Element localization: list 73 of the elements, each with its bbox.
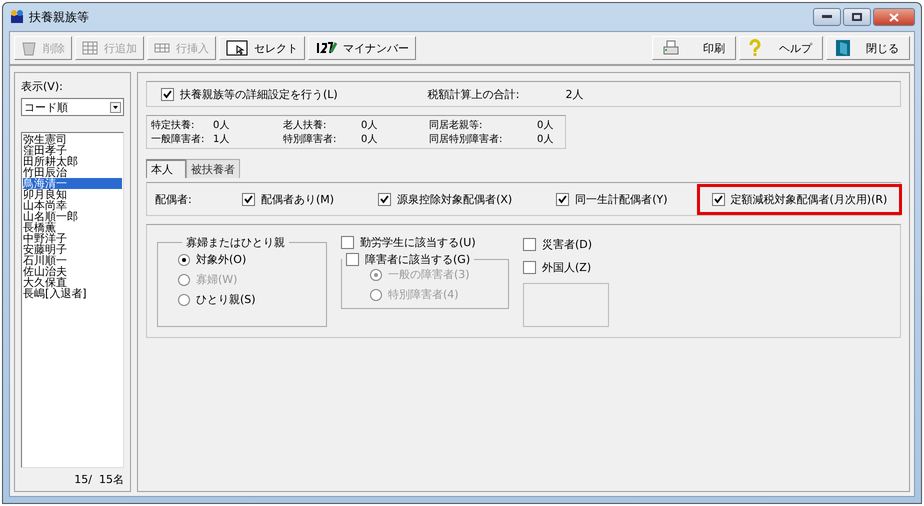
count-value: 1人	[213, 133, 230, 146]
close-button[interactable]	[873, 8, 915, 26]
count-label: 同居特別障害者:	[429, 132, 504, 146]
minimize-button[interactable]	[813, 8, 841, 26]
tab[interactable]: 本人	[146, 159, 186, 178]
employee-list-item[interactable]: 安藤明子	[23, 244, 122, 255]
detail-settings-checkbox[interactable]: 扶養親族等の詳細設定を行う(L)	[161, 86, 338, 102]
employee-list-item[interactable]: 大久保直	[23, 277, 122, 288]
radio-option[interactable]: 対象外(O)	[178, 252, 306, 267]
spouse-checkbox[interactable]: 配偶者あり(M)	[239, 184, 350, 214]
maximize-icon	[852, 13, 862, 21]
employee-list-item[interactable]: 長嶋[入退者]	[23, 288, 122, 299]
help-icon	[748, 39, 762, 57]
total-label: 税額計算上の合計:	[428, 86, 520, 102]
printer-icon	[661, 40, 681, 56]
employee-list-item[interactable]: 山名順一郎	[23, 211, 122, 222]
grid-icon	[82, 41, 98, 55]
employee-list-item[interactable]: 佐山治夫	[23, 266, 122, 277]
close-icon	[889, 12, 899, 22]
employee-list-item[interactable]: 石川順一	[23, 255, 122, 266]
minimize-icon	[822, 15, 832, 19]
widow-group-title: 寡婦またはひとり親	[185, 235, 286, 250]
employee-list-item[interactable]: 田所耕太郎	[23, 156, 122, 167]
employee-list-item[interactable]: 鳥海清一	[23, 178, 122, 189]
total-value: 2人	[565, 86, 584, 102]
radio-option[interactable]: ひとり親(S)	[178, 292, 306, 307]
print-button[interactable]: 印刷	[652, 36, 736, 60]
count-label: 特別障害者:	[283, 132, 338, 146]
checkmark-icon	[380, 194, 390, 204]
help-button[interactable]: ヘルプ	[739, 36, 823, 60]
count-value: 0人	[361, 119, 378, 132]
count-value: 0人	[537, 133, 554, 146]
count-value: 0人	[537, 119, 554, 132]
cursor-window-icon	[226, 40, 248, 56]
checkmark-icon	[244, 194, 253, 204]
count-label: 一般障害者:	[151, 132, 206, 146]
spouse-checkbox[interactable]: 源泉控除対象配偶者(X)	[363, 184, 528, 214]
app-icon	[9, 9, 25, 25]
employee-list-item[interactable]: 山本尚幸	[23, 200, 122, 211]
spouse-label: 配偶者:	[155, 192, 193, 206]
select-button[interactable]: セレクト	[219, 36, 305, 60]
working-student-checkbox[interactable]: 勤労学生に該当する(U)	[341, 235, 509, 250]
close-window-button[interactable]: 閉じる	[826, 36, 910, 60]
record-count: 15/ 15名	[74, 472, 124, 487]
foreigner-checkbox[interactable]: 外国人(Z)	[523, 260, 609, 275]
maximize-button[interactable]	[843, 8, 871, 26]
checkmark-icon	[163, 90, 172, 98]
window-title: 扶養親族等	[29, 8, 89, 26]
my-number-button[interactable]: マイナンバー	[308, 36, 416, 60]
disability-checkbox[interactable]: 障害者に該当する(G)	[346, 252, 470, 267]
employee-list-item[interactable]: 卯月良知	[23, 189, 122, 200]
door-icon	[835, 39, 851, 57]
spouse-checkbox[interactable]: 同一生計配偶者(Y)	[541, 184, 683, 214]
employee-list-item[interactable]: 弥生憲司	[23, 134, 122, 145]
grid-icon	[154, 43, 170, 53]
checkmark-icon	[558, 194, 568, 204]
spouse-checkbox[interactable]: 定額減税対象配偶者(月次用)(R)	[696, 184, 902, 214]
numbers-pen-icon	[315, 41, 337, 55]
employee-list-item[interactable]: 窪田孝子	[23, 145, 122, 156]
employee-list-item[interactable]: 長橋薫	[23, 222, 122, 233]
checkmark-icon	[714, 194, 723, 204]
disaster-victim-checkbox[interactable]: 災害者(D)	[523, 237, 609, 252]
display-label: 表示(V):	[21, 79, 64, 94]
sort-dropdown[interactable]: コード順	[21, 98, 124, 116]
count-label: 同居老親等:	[429, 118, 484, 132]
employee-list-item[interactable]: 竹田辰治	[23, 167, 122, 178]
employee-list-item[interactable]: 中野洋子	[23, 233, 122, 244]
trash-icon	[21, 40, 37, 56]
count-value: 0人	[213, 119, 230, 132]
count-label: 老人扶養:	[283, 118, 328, 132]
tab[interactable]: 被扶養者	[186, 159, 240, 178]
count-value: 0人	[361, 133, 378, 146]
count-label: 特定扶養:	[151, 118, 196, 132]
